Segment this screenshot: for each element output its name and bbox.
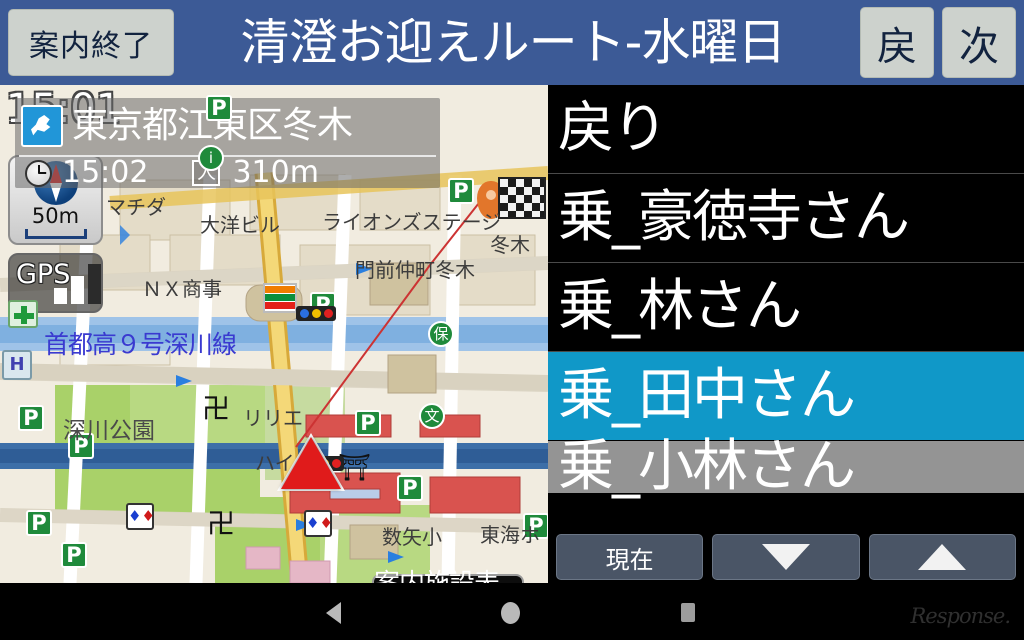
list-item[interactable]: 乗_林さん bbox=[548, 263, 1024, 352]
watermark: Response. bbox=[910, 604, 1011, 628]
waypoint-list-panel[interactable]: 戻り乗_豪徳寺さん 乗_林さん乗_田中さん 乗_小林さん 現在 bbox=[548, 85, 1024, 583]
info-poi-icon: i bbox=[198, 145, 224, 171]
waypoint-list[interactable]: 戻り乗_豪徳寺さん 乗_林さん乗_田中さん 乗_小林さん bbox=[548, 85, 1024, 499]
list-control-bar: 現在 bbox=[548, 531, 1024, 583]
gps-bar-3 bbox=[88, 264, 101, 304]
chevron-up-icon bbox=[918, 544, 967, 570]
current-button[interactable]: 現在 bbox=[556, 534, 704, 580]
list-item-label: 戻り bbox=[558, 96, 668, 161]
parking-icon: P bbox=[26, 510, 52, 536]
traffic-light-icon bbox=[296, 306, 336, 321]
map-label: ライオンズステージ bbox=[322, 210, 502, 234]
list-item-label: 乗_田中さん bbox=[558, 363, 856, 428]
back-triangle-icon[interactable] bbox=[326, 602, 341, 624]
parking-icon: P bbox=[355, 410, 381, 436]
parking-icon: P bbox=[206, 95, 232, 121]
home-circle-icon[interactable] bbox=[501, 602, 520, 624]
map-label: 冬木 bbox=[490, 233, 530, 257]
gps-bar-2 bbox=[71, 276, 84, 304]
map-label: 深川公園 bbox=[63, 418, 155, 444]
map-label: 東海ホ bbox=[480, 523, 540, 547]
nav-app-screen: 案内終了 清澄お迎えルート-水曜日 戻 次 50m GPS 東京都江東区冬木 1… bbox=[0, 0, 1024, 640]
list-item-label: 乗_林さん bbox=[558, 274, 802, 339]
end-guidance-button[interactable]: 案内終了 bbox=[8, 9, 174, 76]
restroom-icon: ♦♦ bbox=[304, 510, 333, 537]
app-header: 案内終了 清澄お迎えルート-水曜日 戻 次 bbox=[0, 0, 1024, 85]
scale-bar-icon bbox=[24, 229, 87, 239]
map-label: マチダ bbox=[106, 195, 166, 219]
eta-time-label: 15:02 bbox=[62, 155, 149, 190]
convenience-store-icon bbox=[263, 283, 297, 313]
gps-label: GPS bbox=[16, 259, 71, 290]
parking-icon: P bbox=[61, 542, 87, 568]
parking-icon: P bbox=[18, 405, 44, 431]
restroom-icon: ♦♦ bbox=[126, 503, 155, 530]
list-item[interactable]: 乗_豪徳寺さん bbox=[548, 174, 1024, 263]
android-nav-bar: Response. bbox=[0, 583, 1024, 640]
next-button[interactable]: 次 bbox=[942, 7, 1016, 78]
gps-bar-1 bbox=[54, 288, 67, 304]
temple-icon: 卍 bbox=[207, 507, 236, 540]
clock-icon bbox=[25, 159, 52, 187]
insurance-poi-icon: 保 bbox=[428, 321, 454, 347]
list-item[interactable]: 乗_田中さん bbox=[548, 352, 1024, 441]
map-label: 門前仲町冬木 bbox=[355, 258, 475, 282]
list-item-label: 乗_豪徳寺さん bbox=[558, 185, 910, 250]
map-label: ＮＸ商事 bbox=[142, 277, 222, 301]
map-label: リリエ bbox=[243, 406, 303, 430]
checkered-flag-icon bbox=[498, 177, 546, 219]
hospital-icon: H bbox=[2, 350, 32, 380]
show-facilities-button[interactable]: 案内施設表示 bbox=[372, 569, 524, 583]
map-label: ハイ bbox=[255, 451, 295, 475]
school-poi-icon: 文 bbox=[419, 403, 445, 429]
distance-label: 310m bbox=[232, 155, 319, 190]
map-view[interactable]: 15:01 50m GPS 東京都江東区冬木 15:02 3 bbox=[0, 85, 548, 583]
page-title: 清澄お迎えルート-水曜日 bbox=[240, 18, 787, 67]
map-label: 数矢小 bbox=[382, 525, 442, 549]
map-label: 大洋ビル bbox=[200, 213, 280, 237]
pharmacy-icon bbox=[8, 300, 38, 328]
map-label: 首都高９号深川線 bbox=[44, 330, 237, 359]
parking-icon: P bbox=[448, 178, 474, 204]
recents-square-icon[interactable] bbox=[681, 603, 695, 622]
temple-icon: 卍 bbox=[202, 392, 231, 425]
parking-icon: P bbox=[397, 475, 423, 501]
prev-button[interactable]: 戻 bbox=[860, 7, 934, 78]
japan-map-icon bbox=[21, 105, 63, 147]
chevron-down-icon bbox=[761, 544, 810, 570]
scroll-down-button[interactable] bbox=[712, 534, 860, 580]
list-item[interactable]: 戻り bbox=[548, 85, 1024, 174]
scroll-up-button[interactable] bbox=[868, 534, 1016, 580]
map-scale-label: 50m bbox=[31, 204, 80, 228]
list-item[interactable]: 乗_小林さん bbox=[548, 434, 1024, 499]
list-item-label: 乗_小林さん bbox=[558, 434, 856, 499]
